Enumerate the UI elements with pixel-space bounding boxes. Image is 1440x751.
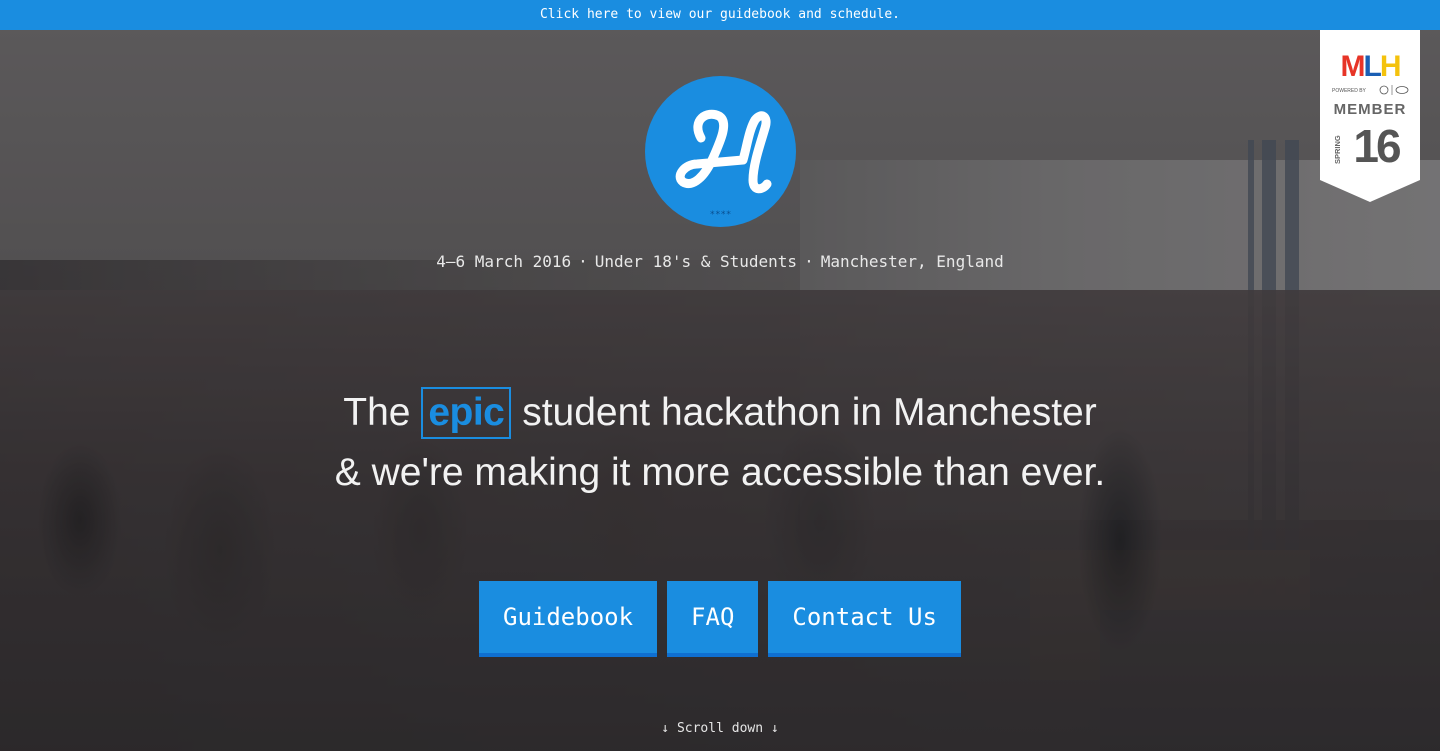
cta-buttons: Guidebook FAQ Contact Us [479,581,961,657]
event-meta: 4–6 March 2016 · Under 18's & Students · Man… [0,252,1440,272]
meta-separator: · [578,252,588,271]
announcement-suffix: to view our guidebook and schedule. [618,7,901,22]
mlh-powered-by: POWERED BY [1332,88,1367,94]
guidebook-button[interactable]: Guidebook [479,581,658,657]
hack-manchester-logo-icon: **** [675,109,772,220]
headline-highlight: epic [421,387,512,439]
announcement-prefix: Click [539,7,587,22]
guidebook-link[interactable]: here [587,7,618,22]
mlh-season-label: SPRING [1333,135,1342,164]
scroll-down-hint[interactable]: ↓ Scroll down ↓ [0,721,1440,737]
contact-us-button[interactable]: Contact Us [768,581,961,657]
hack-manchester-logo[interactable]: **** [645,76,796,227]
mlh-member-label: MEMBER [1334,101,1407,118]
headline-before: The [343,391,422,434]
mlh-badge-graphic: MLH POWERED BY MEMBER SPRING 16 [1320,30,1420,202]
headline-after: student hackathon in Manchester [511,391,1097,434]
mlh-year-label: 16 [1353,120,1400,172]
mlh-member-badge[interactable]: MLH POWERED BY MEMBER SPRING 16 [1320,30,1420,202]
faq-button[interactable]: FAQ [667,581,759,657]
event-location: Manchester, England [820,252,1004,271]
announcement-bar: Click here to view our guidebook and sch… [0,0,1440,30]
event-date: 4–6 March 2016 [436,252,572,271]
mlh-logo-text: MLH [1341,50,1400,83]
logo-stars: **** [710,210,732,220]
hero-headline: The epic student hackathon in Manchester… [0,383,1440,503]
event-audience: Under 18's & Students [594,252,798,271]
headline-line-2: & we're making it more accessible than e… [334,451,1106,494]
meta-separator: · [804,252,814,271]
headline-line-1: The epic student hackathon in Manchester [0,383,1440,443]
